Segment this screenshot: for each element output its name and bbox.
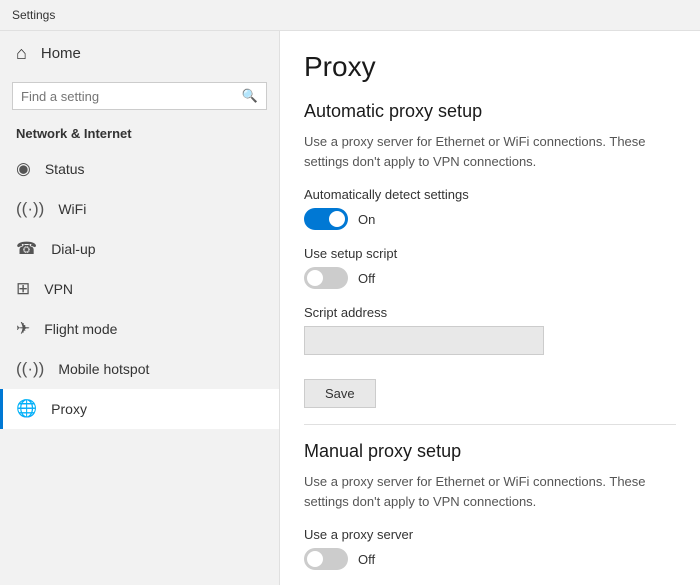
setup-script-toggle[interactable] xyxy=(304,267,348,289)
sidebar-item-label: WiFi xyxy=(58,201,86,217)
title-bar: Settings xyxy=(0,0,700,31)
script-address-input[interactable] xyxy=(304,326,544,355)
auto-detect-row: Automatically detect settings On xyxy=(304,187,676,230)
status-icon: ◉ xyxy=(16,159,31,179)
sidebar-item-wifi[interactable]: ((·)) WiFi xyxy=(0,189,279,229)
auto-detect-label: Automatically detect settings xyxy=(304,187,676,202)
sidebar-item-label: Mobile hotspot xyxy=(58,361,149,377)
wifi-icon: ((·)) xyxy=(16,199,44,219)
use-proxy-row: Use a proxy server Off xyxy=(304,527,676,570)
title-label: Settings xyxy=(12,8,55,22)
sidebar-item-flight[interactable]: ✈ Flight mode xyxy=(0,309,279,349)
proxy-icon: 🌐 xyxy=(16,399,37,419)
auto-section-title: Automatic proxy setup xyxy=(304,101,676,122)
auto-section-description: Use a proxy server for Ethernet or WiFi … xyxy=(304,132,676,171)
sidebar-item-proxy[interactable]: 🌐 Proxy xyxy=(0,389,279,429)
setup-script-toggle-label: Off xyxy=(358,271,375,286)
dialup-icon: ☎ xyxy=(16,239,37,259)
section-divider xyxy=(304,424,676,425)
page-title: Proxy xyxy=(304,51,676,83)
save-button[interactable]: Save xyxy=(304,379,376,408)
use-proxy-toggle-knob xyxy=(307,551,323,567)
auto-detect-toggle[interactable] xyxy=(304,208,348,230)
manual-section-description: Use a proxy server for Ethernet or WiFi … xyxy=(304,472,676,511)
auto-detect-toggle-container: On xyxy=(304,208,676,230)
save-button-container: Save xyxy=(304,371,676,408)
search-icon: 🔍 xyxy=(242,88,258,104)
sidebar-item-home[interactable]: ⌂ Home xyxy=(0,31,279,76)
sidebar-item-label: Proxy xyxy=(51,401,87,417)
sidebar-item-label: Dial-up xyxy=(51,241,95,257)
sidebar-item-label: Status xyxy=(45,161,85,177)
search-input[interactable] xyxy=(21,89,242,104)
search-box[interactable]: 🔍 xyxy=(12,82,267,110)
setup-script-row: Use setup script Off xyxy=(304,246,676,289)
sidebar-item-label: VPN xyxy=(44,281,73,297)
setup-script-toggle-knob xyxy=(307,270,323,286)
sidebar-item-status[interactable]: ◉ Status xyxy=(0,149,279,189)
auto-detect-toggle-label: On xyxy=(358,212,375,227)
use-proxy-toggle-container: Off xyxy=(304,548,676,570)
content-area: Proxy Automatic proxy setup Use a proxy … xyxy=(280,31,700,585)
use-proxy-toggle[interactable] xyxy=(304,548,348,570)
sidebar-section-title: Network & Internet xyxy=(0,122,279,149)
hotspot-icon: ((·)) xyxy=(16,359,44,379)
script-address-row: Script address xyxy=(304,305,676,355)
sidebar-item-dialup[interactable]: ☎ Dial-up xyxy=(0,229,279,269)
sidebar-item-label: Flight mode xyxy=(44,321,117,337)
home-icon: ⌂ xyxy=(16,43,27,64)
auto-detect-toggle-knob xyxy=(329,211,345,227)
flight-icon: ✈ xyxy=(16,319,30,339)
setup-script-toggle-container: Off xyxy=(304,267,676,289)
sidebar-home-label: Home xyxy=(41,45,81,62)
setup-script-label: Use setup script xyxy=(304,246,676,261)
sidebar: ⌂ Home 🔍 Network & Internet ◉ Status ((·… xyxy=(0,31,280,585)
use-proxy-label: Use a proxy server xyxy=(304,527,676,542)
script-address-label: Script address xyxy=(304,305,676,320)
use-proxy-toggle-label: Off xyxy=(358,552,375,567)
sidebar-item-hotspot[interactable]: ((·)) Mobile hotspot xyxy=(0,349,279,389)
sidebar-item-vpn[interactable]: ⊞ VPN xyxy=(0,269,279,309)
vpn-icon: ⊞ xyxy=(16,279,30,299)
manual-section-title: Manual proxy setup xyxy=(304,441,676,462)
